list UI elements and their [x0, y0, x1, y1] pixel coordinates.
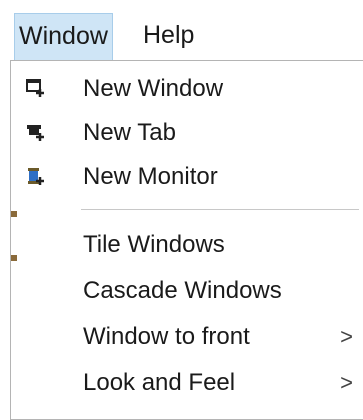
- menu-item-look-and-feel[interactable]: Look and Feel >: [11, 361, 363, 405]
- chevron-right-icon: >: [340, 324, 353, 349]
- menu-item-label: New Monitor: [83, 163, 218, 190]
- menu-window[interactable]: Window: [14, 13, 113, 60]
- new-monitor-icon: [28, 168, 44, 185]
- menu-item-label: Cascade Windows: [83, 277, 282, 304]
- menu-item-label: Look and Feel: [83, 369, 236, 396]
- menu-item-label: Tile Windows: [83, 231, 225, 258]
- menu-item-new-monitor[interactable]: New Monitor: [11, 155, 363, 199]
- menu-item-new-tab[interactable]: New Tab: [11, 111, 363, 155]
- menu-item-label: New Window: [83, 75, 224, 102]
- menu-item-window-to-front[interactable]: Window to front >: [11, 315, 363, 359]
- menu-item-new-window[interactable]: New Window: [11, 67, 363, 111]
- menu-item-label: New Tab: [83, 119, 176, 146]
- background-window-edge: [11, 211, 17, 217]
- menu-help[interactable]: Help: [139, 13, 198, 60]
- menu-item-label: Window to front: [83, 323, 250, 350]
- new-tab-icon: [27, 125, 44, 141]
- new-window-icon: [26, 79, 44, 97]
- menu-bar: Window Help: [0, 0, 363, 60]
- menu-separator: [81, 209, 359, 210]
- menu-item-cascade-windows[interactable]: Cascade Windows: [11, 269, 363, 313]
- chevron-right-icon: >: [340, 370, 353, 395]
- menu-item-tile-windows[interactable]: Tile Windows: [11, 223, 363, 267]
- window-menu-dropdown: New Window New Tab New Monitor Tile Wind…: [10, 60, 363, 420]
